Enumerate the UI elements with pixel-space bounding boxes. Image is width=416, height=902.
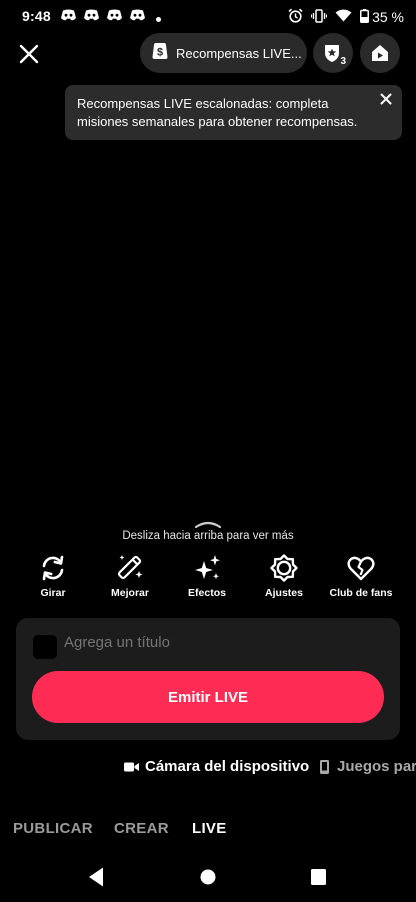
source-games[interactable]: Juegos par bbox=[320, 758, 416, 775]
alarm-icon bbox=[288, 8, 303, 26]
recents-square-icon bbox=[311, 869, 326, 885]
tool-enhance[interactable]: Mejorar bbox=[90, 552, 170, 599]
tool-label: Girar bbox=[40, 587, 66, 599]
back-triangle-icon bbox=[89, 867, 103, 887]
rewards-tooltip: Recompensas LIVE escalonadas: completa m… bbox=[65, 85, 402, 140]
magic-wand-icon bbox=[90, 552, 170, 584]
live-center-button[interactable] bbox=[360, 33, 400, 73]
battery-percent: 35 % bbox=[372, 9, 404, 25]
live-setup-panel: Emitir LIVE bbox=[16, 618, 400, 740]
live-rewards-button[interactable]: $ Recompensas LIVE... bbox=[140, 33, 307, 73]
discord-icon bbox=[106, 9, 123, 27]
title-input[interactable] bbox=[64, 634, 364, 651]
tool-rotate[interactable]: Girar bbox=[13, 552, 93, 599]
vibrate-icon bbox=[310, 8, 328, 26]
tool-effects[interactable]: Efectos bbox=[167, 552, 247, 599]
cover-thumbnail[interactable] bbox=[33, 635, 57, 659]
phone-icon bbox=[320, 759, 329, 774]
tool-label: Club de fans bbox=[329, 587, 393, 599]
tool-fan-club[interactable]: Club de fans bbox=[321, 552, 401, 599]
dollar-bag-icon: $ bbox=[150, 41, 170, 66]
tab-create[interactable]: CREAR bbox=[114, 820, 169, 837]
achievements-badge-count: 3 bbox=[339, 56, 347, 67]
tools-row: Girar Mejorar Efectos Ajustes Club de fa… bbox=[0, 552, 416, 602]
house-play-icon bbox=[372, 45, 388, 61]
tab-live[interactable]: LIVE bbox=[192, 820, 227, 837]
source-camera-label: Cámara del dispositivo bbox=[145, 758, 310, 775]
close-button[interactable] bbox=[14, 39, 44, 69]
home-circle-icon bbox=[200, 869, 216, 885]
nav-recents-button[interactable] bbox=[311, 869, 326, 890]
status-bar: 9:48 35 % bbox=[0, 0, 416, 34]
close-icon bbox=[380, 93, 392, 105]
sparkles-icon bbox=[167, 552, 247, 584]
discord-icon bbox=[60, 9, 77, 27]
discord-icon bbox=[129, 9, 146, 27]
tooltip-close-button[interactable] bbox=[378, 91, 394, 107]
discord-icon bbox=[83, 9, 100, 27]
svg-text:$: $ bbox=[157, 46, 163, 58]
dot-icon bbox=[156, 9, 161, 27]
achievements-button[interactable]: 3 bbox=[313, 33, 353, 73]
system-indicators: 35 % bbox=[288, 8, 404, 26]
video-camera-icon bbox=[124, 761, 139, 773]
close-icon bbox=[19, 44, 39, 64]
source-games-label: Juegos par bbox=[337, 758, 416, 775]
heart-icon bbox=[321, 552, 401, 584]
tool-label: Mejorar bbox=[111, 587, 149, 599]
go-live-button[interactable]: Emitir LIVE bbox=[32, 671, 384, 723]
adjust-icon bbox=[244, 552, 324, 584]
tool-label: Ajustes bbox=[265, 587, 303, 599]
tool-adjust[interactable]: Ajustes bbox=[244, 552, 324, 599]
swipe-hint-text: Desliza hacia arriba para ver más bbox=[122, 530, 294, 542]
battery-icon bbox=[360, 8, 370, 26]
rotate-icon bbox=[13, 552, 93, 584]
live-rewards-label: Recompensas LIVE... bbox=[176, 45, 302, 61]
tooltip-text: Recompensas LIVE escalonadas: completa m… bbox=[77, 96, 358, 129]
nav-home-button[interactable] bbox=[200, 869, 216, 890]
tab-publish[interactable]: PUBLICAR bbox=[13, 820, 93, 837]
tool-label: Efectos bbox=[188, 587, 226, 599]
wifi-icon bbox=[335, 9, 352, 25]
nav-back-button[interactable] bbox=[88, 866, 104, 893]
status-time: 9:48 bbox=[22, 8, 51, 24]
source-camera[interactable]: Cámara del dispositivo bbox=[124, 758, 309, 775]
notification-icons bbox=[60, 9, 161, 27]
